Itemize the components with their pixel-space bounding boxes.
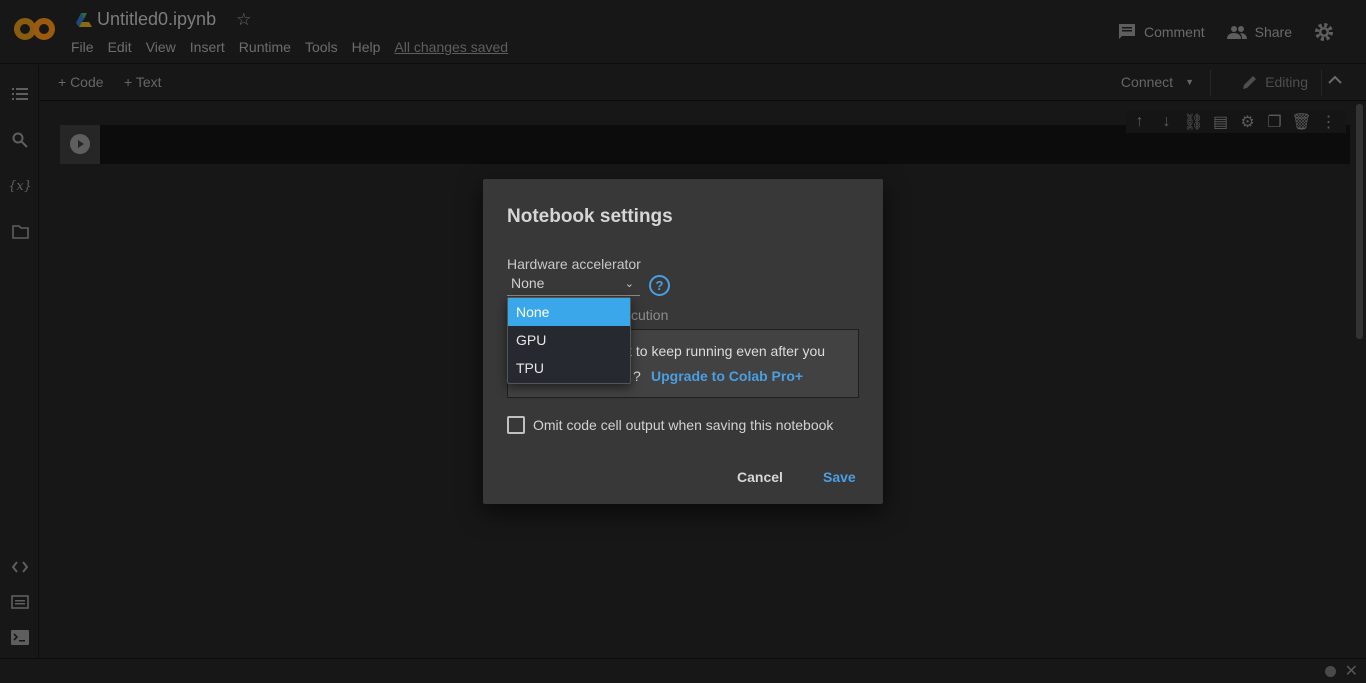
hardware-accelerator-value: None — [511, 275, 545, 291]
share-label: Share — [1254, 24, 1292, 40]
notebook-toolbar: + Code + Text Connect ▼ Editing — [40, 65, 1366, 101]
save-status-link[interactable]: All changes saved — [394, 39, 508, 55]
cell-toolbar: ↑ ↓ ⛓ ▤ ⚙ ❐ 🗑 ⋮ — [1126, 111, 1346, 133]
upgrade-link[interactable]: Upgrade to Colab Pro+ — [651, 368, 803, 384]
connect-button[interactable]: Connect ▼ — [1121, 74, 1194, 90]
menu-bar: File Edit View Insert Runtime Tools Help… — [71, 39, 508, 55]
command-palette-icon[interactable] — [10, 592, 30, 612]
link-icon[interactable]: ⛓ — [1180, 112, 1207, 132]
menu-runtime[interactable]: Runtime — [239, 39, 291, 55]
google-drive-icon — [76, 12, 92, 27]
scrollbar[interactable] — [1356, 104, 1363, 339]
pencil-icon — [1243, 76, 1257, 89]
editing-label: Editing — [1265, 74, 1308, 90]
share-button[interactable]: Share — [1226, 24, 1292, 40]
colab-logo[interactable] — [14, 16, 56, 42]
upsell-text: k to keep running even after you — [625, 343, 826, 359]
comment-label: Comment — [1143, 24, 1205, 40]
menu-tools[interactable]: Tools — [305, 39, 338, 55]
trash-icon[interactable]: 🗑 — [1288, 112, 1315, 132]
connect-label: Connect — [1120, 74, 1174, 90]
variables-icon[interactable]: {x} — [8, 176, 32, 196]
omit-output-row[interactable]: Omit code cell output when saving this n… — [507, 416, 833, 434]
upsell-question: ? — [633, 368, 641, 384]
gear-icon — [1315, 23, 1333, 41]
menu-edit[interactable]: Edit — [108, 39, 132, 55]
cell-gutter — [60, 125, 100, 164]
add-code-button[interactable]: + Code — [58, 74, 104, 90]
background-execution-label: cution — [631, 307, 669, 323]
status-indicator-icon — [1325, 666, 1336, 677]
move-up-icon[interactable]: ↑ — [1126, 113, 1153, 131]
hardware-accelerator-select[interactable]: None ⌄ — [507, 275, 640, 296]
menu-file[interactable]: File — [71, 39, 94, 55]
more-vert-icon[interactable]: ⋮ — [1315, 112, 1342, 132]
hardware-accelerator-options: None GPU TPU — [507, 297, 631, 384]
add-text-button[interactable]: + Text — [124, 74, 162, 90]
status-bar: ✕ — [0, 658, 1366, 683]
collapse-header-icon[interactable] — [1328, 75, 1342, 85]
caret-down-icon: ▼ — [1185, 77, 1194, 87]
option-tpu[interactable]: TPU — [508, 354, 630, 382]
cancel-button[interactable]: Cancel — [737, 469, 783, 485]
chevron-down-icon: ⌄ — [624, 278, 634, 290]
people-icon — [1226, 26, 1247, 39]
comment-button[interactable]: Comment — [1118, 23, 1205, 41]
mirror-cell-icon[interactable]: ❐ — [1261, 112, 1288, 132]
close-icon[interactable]: ✕ — [1345, 661, 1358, 681]
omit-output-checkbox[interactable] — [507, 416, 525, 434]
editing-mode-button[interactable]: Editing — [1242, 74, 1308, 90]
code-snippets-icon[interactable] — [10, 557, 30, 577]
menu-help[interactable]: Help — [352, 39, 381, 55]
option-gpu[interactable]: GPU — [508, 326, 630, 354]
search-icon[interactable] — [10, 130, 30, 150]
left-rail: {x} — [0, 65, 39, 658]
app-header: Untitled0.ipynb ☆ File Edit View Insert … — [0, 0, 1366, 64]
omit-output-label: Omit code cell output when saving this n… — [533, 417, 834, 433]
dialog-title: Notebook settings — [507, 206, 673, 227]
toolbar-divider — [1321, 70, 1322, 96]
save-button[interactable]: Save — [823, 469, 856, 485]
terminal-icon[interactable] — [10, 627, 30, 647]
option-none[interactable]: None — [508, 298, 630, 326]
settings-button[interactable] — [1314, 22, 1342, 42]
help-icon[interactable]: ? — [649, 275, 670, 296]
menu-view[interactable]: View — [146, 39, 176, 55]
run-cell-icon[interactable] — [70, 134, 90, 154]
menu-insert[interactable]: Insert — [190, 39, 225, 55]
toc-icon[interactable] — [10, 84, 30, 104]
toolbar-divider — [1210, 70, 1211, 96]
hardware-accelerator-label: Hardware accelerator — [507, 256, 641, 272]
comment-icon[interactable]: ▤ — [1207, 112, 1234, 132]
files-icon[interactable] — [10, 222, 30, 242]
star-icon[interactable]: ☆ — [236, 10, 251, 30]
notebook-title[interactable]: Untitled0.ipynb — [97, 9, 216, 30]
gear-icon[interactable]: ⚙ — [1234, 112, 1261, 132]
move-down-icon[interactable]: ↓ — [1153, 113, 1180, 131]
comment-icon — [1118, 24, 1135, 39]
